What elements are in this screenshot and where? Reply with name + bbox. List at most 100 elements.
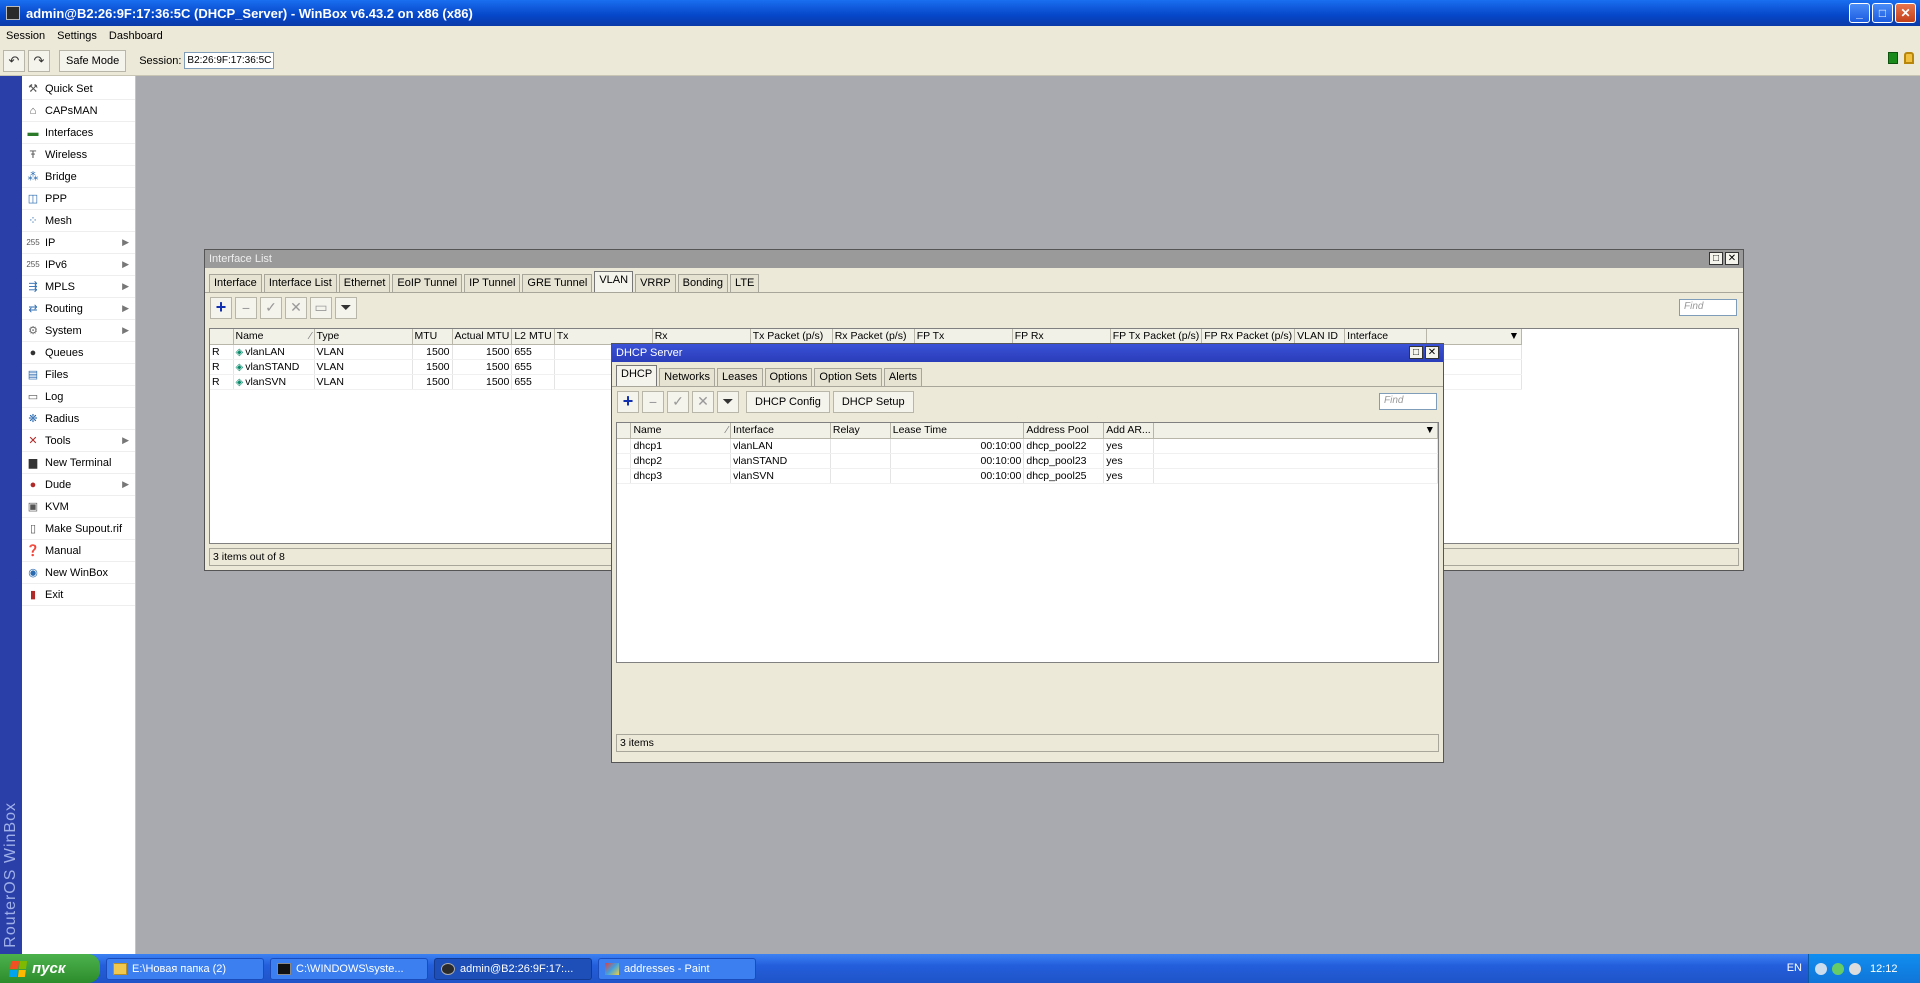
interface-list-find-input[interactable]: Find: [1679, 299, 1737, 316]
column-header[interactable]: Rx: [652, 329, 751, 345]
column-header[interactable]: Tx Packet (p/s): [750, 329, 833, 345]
column-header[interactable]: MTU: [412, 329, 453, 345]
table-row[interactable]: dhcp3 vlanSVN 00:10:00 dhcp_pool25 yes: [617, 468, 1438, 484]
maximize-button[interactable]: □: [1872, 3, 1893, 23]
taskbar-item-cmd[interactable]: C:\WINDOWS\syste...: [270, 957, 428, 980]
dhcp-server-maximize-button[interactable]: □: [1409, 346, 1423, 359]
sidebar-item-new-winbox[interactable]: ◉ New WinBox: [22, 562, 135, 584]
language-indicator[interactable]: EN: [1787, 962, 1802, 974]
sidebar-item-new-terminal[interactable]: ▆ New Terminal: [22, 452, 135, 474]
volume-icon[interactable]: [1849, 962, 1861, 975]
sidebar-item-ppp[interactable]: ◫ PPP: [22, 188, 135, 210]
minimize-button[interactable]: _: [1849, 3, 1870, 23]
tab-gre-tunnel[interactable]: GRE Tunnel: [522, 274, 593, 292]
sidebar-item-tools[interactable]: ✕ Tools ▶: [22, 430, 135, 452]
sidebar-item-quick-set[interactable]: ⚒ Quick Set: [22, 78, 135, 100]
enable-icon[interactable]: ✓: [667, 390, 689, 413]
sidebar-item-mesh[interactable]: ⁘ Mesh: [22, 210, 135, 232]
column-header[interactable]: Lease Time: [890, 423, 1025, 439]
column-header[interactable]: Interface: [1344, 329, 1428, 345]
table-row[interactable]: dhcp1 vlanLAN 00:10:00 dhcp_pool22 yes: [617, 438, 1438, 454]
interface-list-title-bar[interactable]: Interface List □ ✕: [205, 250, 1743, 268]
dhcp-setup-button[interactable]: DHCP Setup: [832, 390, 914, 413]
sidebar-item-files[interactable]: ▤ Files: [22, 364, 135, 386]
add-icon[interactable]: +: [617, 390, 639, 413]
sidebar-item-log[interactable]: ▭ Log: [22, 386, 135, 408]
sidebar-item-queues[interactable]: ● Queues: [22, 342, 135, 364]
interface-list-close-button[interactable]: ✕: [1725, 252, 1739, 265]
column-chooser[interactable]: ▼: [1153, 423, 1438, 439]
tab-lte[interactable]: LTE: [730, 274, 760, 292]
column-chooser[interactable]: ▼: [1426, 329, 1523, 345]
column-header[interactable]: [617, 423, 632, 439]
column-header[interactable]: Actual MTU: [452, 329, 513, 345]
menu-dashboard[interactable]: Dashboard: [109, 30, 163, 42]
sidebar-item-exit[interactable]: ▮ Exit: [22, 584, 135, 606]
tab-ethernet[interactable]: Ethernet: [338, 274, 391, 292]
tab-bonding[interactable]: Bonding: [677, 274, 729, 292]
column-header[interactable]: FP Tx Packet (p/s): [1110, 329, 1203, 345]
column-header[interactable]: Rx Packet (p/s): [832, 329, 915, 345]
sidebar-item-radius[interactable]: ❋ Radius: [22, 408, 135, 430]
column-header[interactable]: Name ⁄: [630, 423, 732, 439]
remove-icon[interactable]: −: [235, 296, 257, 319]
filter-icon[interactable]: ⏷: [335, 296, 357, 319]
column-header[interactable]: [210, 329, 234, 345]
column-header[interactable]: Interface: [730, 423, 831, 439]
tab-networks[interactable]: Networks: [659, 368, 716, 386]
column-header[interactable]: L2 MTU: [511, 329, 555, 345]
safe-mode-button[interactable]: Safe Mode: [59, 49, 127, 72]
tab-leases[interactable]: Leases: [717, 368, 763, 386]
sidebar-item-kvm[interactable]: ▣ KVM: [22, 496, 135, 518]
tab-option-sets[interactable]: Option Sets: [814, 368, 882, 386]
sidebar-item-capsman[interactable]: ⌂ CAPsMAN: [22, 100, 135, 122]
comment-icon[interactable]: ▭: [310, 296, 332, 319]
sidebar-item-bridge[interactable]: ⁂ Bridge: [22, 166, 135, 188]
tab-alerts[interactable]: Alerts: [883, 368, 923, 386]
remove-icon[interactable]: −: [642, 390, 664, 413]
enable-icon[interactable]: ✓: [260, 296, 282, 319]
taskbar-item-winbox[interactable]: admin@B2:26:9F:17:...: [434, 957, 592, 980]
sidebar-item-make-supout[interactable]: ▯ Make Supout.rif: [22, 518, 135, 540]
column-header[interactable]: VLAN ID: [1294, 329, 1346, 345]
sidebar-item-routing[interactable]: ⇄ Routing ▶: [22, 298, 135, 320]
close-button[interactable]: ✕: [1895, 3, 1916, 23]
menu-settings[interactable]: Settings: [57, 30, 97, 42]
tab-interface[interactable]: Interface: [209, 274, 262, 292]
undo-button[interactable]: ↶: [3, 49, 25, 72]
menu-session[interactable]: Session: [6, 30, 45, 42]
sidebar-item-dude[interactable]: ● Dude ▶: [22, 474, 135, 496]
dhcp-server-find-input[interactable]: Find: [1379, 393, 1437, 410]
column-header[interactable]: FP Rx: [1012, 329, 1111, 345]
tab-interface-list[interactable]: Interface List: [263, 274, 337, 292]
column-header[interactable]: Name ⁄: [233, 329, 315, 345]
redo-button[interactable]: ↷: [28, 49, 50, 72]
tab-eoip-tunnel[interactable]: EoIP Tunnel: [392, 274, 463, 292]
column-header[interactable]: Relay: [830, 423, 891, 439]
tab-ip-tunnel[interactable]: IP Tunnel: [464, 274, 521, 292]
dhcp-config-button[interactable]: DHCP Config: [746, 390, 830, 413]
disable-icon[interactable]: ✕: [692, 390, 714, 413]
tab-vrrp[interactable]: VRRP: [635, 274, 676, 292]
sidebar-item-manual[interactable]: ❓ Manual: [22, 540, 135, 562]
column-header[interactable]: FP Tx: [914, 329, 1013, 345]
tab-dhcp[interactable]: DHCP: [616, 365, 658, 386]
network-icon[interactable]: [1832, 962, 1844, 975]
column-header[interactable]: Type: [314, 329, 413, 345]
disable-icon[interactable]: ✕: [285, 296, 307, 319]
table-row[interactable]: dhcp2 vlanSTAND 00:10:00 dhcp_pool23 yes: [617, 453, 1438, 469]
start-button[interactable]: пуск: [0, 954, 100, 983]
tab-vlan[interactable]: VLAN: [594, 271, 634, 292]
sidebar-item-mpls[interactable]: ⇶ MPLS ▶: [22, 276, 135, 298]
sidebar-item-ipv6[interactable]: 255 IPv6 ▶: [22, 254, 135, 276]
taskbar-item-paint[interactable]: addresses - Paint: [598, 957, 756, 980]
column-header[interactable]: Address Pool: [1023, 423, 1105, 439]
back-icon[interactable]: [1815, 962, 1827, 975]
column-header[interactable]: Tx: [554, 329, 653, 345]
interface-list-maximize-button[interactable]: □: [1709, 252, 1723, 265]
sidebar-item-wireless[interactable]: Ŧ Wireless: [22, 144, 135, 166]
sidebar-item-ip[interactable]: 255 IP ▶: [22, 232, 135, 254]
dhcp-server-title-bar[interactable]: DHCP Server □ ✕: [612, 344, 1443, 362]
tab-options[interactable]: Options: [764, 368, 813, 386]
taskbar-item-explorer[interactable]: E:\Новая папка (2): [106, 957, 264, 980]
